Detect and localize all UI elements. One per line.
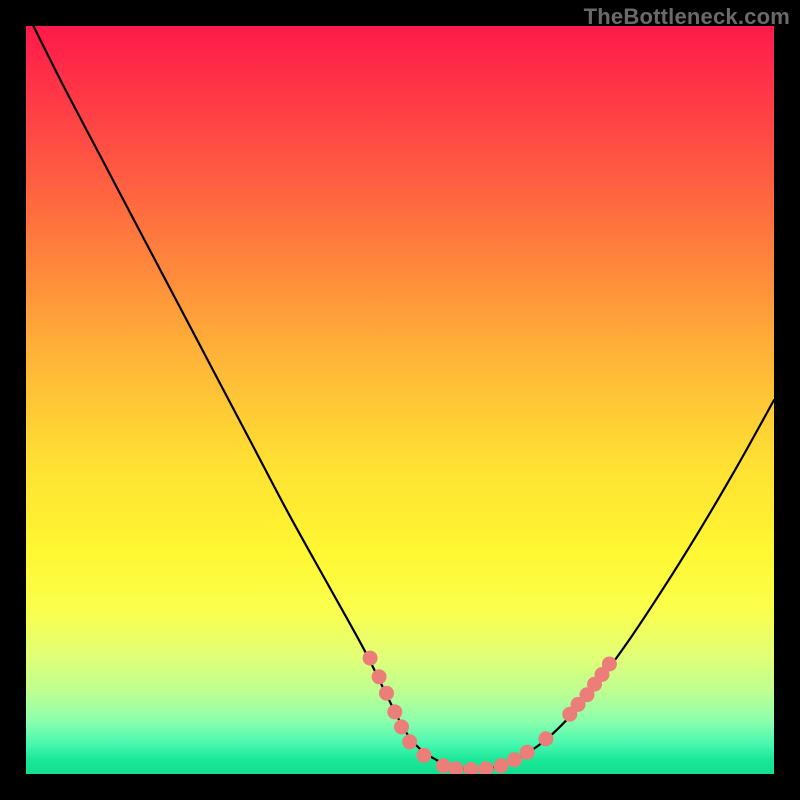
highlight-dot [417, 748, 431, 762]
highlight-dot [372, 670, 386, 684]
highlight-dot [479, 762, 493, 774]
highlight-dot [388, 705, 402, 719]
highlight-dot [539, 732, 553, 746]
highlight-dot [449, 762, 463, 774]
highlight-dot [520, 745, 534, 759]
highlight-dots [363, 651, 616, 774]
highlight-dot [395, 720, 409, 734]
chart-frame: TheBottleneck.com [0, 0, 800, 800]
highlight-dot [602, 657, 616, 671]
highlight-dot [507, 753, 521, 767]
highlight-dot [403, 735, 417, 749]
plot-area [26, 26, 774, 774]
highlight-dot [436, 759, 450, 773]
bottleneck-curve [26, 26, 774, 770]
highlight-dot [494, 759, 508, 773]
curve-layer [26, 26, 774, 774]
highlight-dot [464, 763, 478, 775]
highlight-dot [363, 651, 377, 665]
highlight-dot [380, 686, 394, 700]
